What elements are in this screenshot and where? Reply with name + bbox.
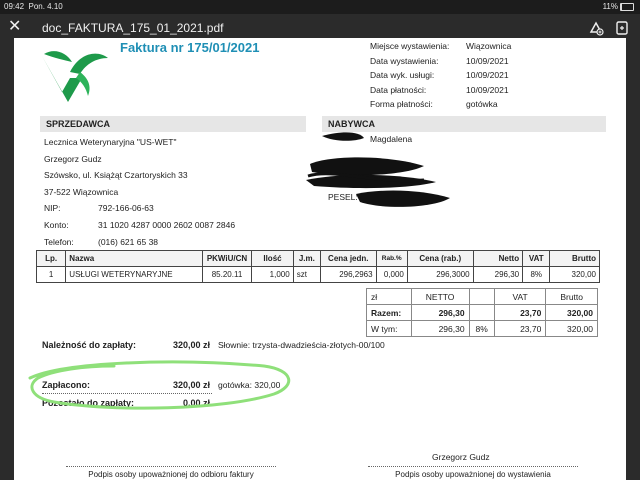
- close-icon[interactable]: ✕: [8, 18, 21, 36]
- meta-value: 10/09/2021: [466, 70, 509, 80]
- signature-line-left: [66, 466, 276, 467]
- cell: 320,00: [545, 304, 598, 321]
- col-cena-rab: Cena (rab.): [406, 250, 474, 267]
- col-ilosc: Ilość: [251, 250, 294, 267]
- col-pkwiu: PKWiU/CN: [201, 250, 253, 267]
- seller-name: Lecznica Weterynaryjna "US-WET": [44, 137, 177, 147]
- due-label: Należność do zapłaty:: [42, 340, 137, 350]
- document-title: doc_FAKTURA_175_01_2021.pdf: [42, 21, 224, 35]
- battery-level: 11%: [602, 2, 618, 11]
- summary-wtym-row: W tym: 296,30 8% 23,70 320,00: [366, 320, 598, 337]
- meta-label: Data wyk. usługi:: [370, 70, 435, 80]
- meta-label: Forma płatności:: [370, 99, 433, 109]
- meta-label: Data płatności:: [370, 84, 427, 95]
- col-netto: Netto: [472, 250, 524, 267]
- col-cena-jedn: Cena jedn.: [319, 250, 377, 267]
- signature-caption-left: Podpis osoby upoważnionej do odbioru fak…: [88, 470, 254, 479]
- signature-caption-right: Podpis osoby upoważnionej do wystawienia: [395, 470, 551, 479]
- document-page: Faktura nr 175/01/2021 Miejsce wystawien…: [14, 38, 626, 480]
- invoice-title: Faktura nr 175/01/2021: [120, 40, 260, 55]
- battery-icon: [620, 2, 634, 11]
- seller-street: Szówsko, ul. Książąt Czartoryskich 33: [44, 170, 188, 181]
- cell: 1,000: [251, 266, 294, 283]
- meta-value: Wiązownica: [466, 41, 512, 51]
- cell: 1: [35, 266, 67, 283]
- cell: 296,2963: [319, 266, 377, 283]
- meta-value: gotówka: [466, 99, 498, 109]
- cell: [468, 304, 495, 321]
- due-value: 320,00 zł: [172, 340, 210, 350]
- cell: VAT: [493, 288, 547, 305]
- signer-name: Grzegorz Gudz: [432, 452, 490, 462]
- redaction-scribble: [306, 132, 450, 207]
- status-bar: 09:42 Pon. 4.10 11%: [0, 0, 640, 14]
- table-row: 1 USŁUGI WETERYNARYJNE 85.20.11 1,000 sz…: [35, 266, 600, 283]
- invoice-meta: Miejsce wystawienia: Wiązownica Data wyst…: [370, 39, 511, 112]
- cell: Brutto: [545, 288, 598, 305]
- open-external-icon[interactable]: [614, 20, 630, 36]
- nip-value: 792-166-06-63: [98, 203, 154, 214]
- cell: USŁUGI WETERYNARYJNE: [65, 266, 203, 283]
- seller-city: 37-522 Wiązownica: [44, 186, 119, 197]
- cell: 320,00: [545, 320, 598, 337]
- green-highlight-circle: [28, 360, 291, 410]
- meta-value: 10/09/2021: [466, 55, 509, 66]
- konto-value: 31 1020 4287 0000 2602 0087 2846: [98, 219, 236, 230]
- tel-value: (016) 621 65 38: [98, 236, 159, 247]
- seller-person: Grzegorz Gudz: [44, 153, 102, 164]
- meta-value: 10/09/2021: [466, 84, 509, 95]
- cell: 23,70: [493, 320, 547, 337]
- items-table: Lp. Nazwa PKWiU/CN Ilość J.m. Cena jedn.…: [35, 250, 600, 283]
- cell: 0,000: [375, 266, 408, 283]
- col-nazwa: Nazwa: [65, 250, 203, 267]
- cell: NETTO: [410, 288, 470, 305]
- drive-add-icon[interactable]: [588, 20, 604, 36]
- cell: szt: [292, 266, 321, 283]
- date: Pon. 4.10: [28, 2, 63, 11]
- clinic-logo: [42, 51, 108, 102]
- col-brutto: Brutto: [549, 250, 600, 267]
- seller-block: Lecznica Weterynaryjna "US-WET" Grzegorz…: [44, 134, 235, 250]
- cell: 296,30: [472, 266, 524, 283]
- summary-table: zł NETTO VAT Brutto Razem: 296,30 23,70 …: [366, 288, 598, 337]
- col-lp: Lp.: [35, 250, 67, 267]
- cell: 8%: [468, 320, 495, 337]
- cell: 320,00: [549, 266, 600, 283]
- cell: [468, 288, 495, 305]
- col-jm: J.m.: [292, 250, 321, 267]
- items-header-row: Lp. Nazwa PKWiU/CN Ilość J.m. Cena jedn.…: [35, 250, 600, 267]
- summary-head-row: zł NETTO VAT Brutto: [366, 288, 598, 305]
- col-vat: VAT: [522, 250, 551, 267]
- cell: 23,70: [493, 304, 547, 321]
- meta-label: Data wystawienia:: [370, 55, 439, 66]
- cell: zł: [366, 288, 412, 305]
- meta-label: Miejsce wystawienia:: [370, 41, 450, 51]
- konto-label: Konto:: [44, 219, 69, 230]
- nip-label: NIP:: [44, 203, 61, 214]
- signature-line-right: [368, 466, 578, 467]
- seller-header: SPRZEDAWCA: [40, 116, 306, 132]
- cell: W tym:: [366, 320, 412, 337]
- cell: 296,30: [410, 304, 470, 321]
- cell: 296,3000: [406, 266, 474, 283]
- cell: 296,30: [410, 320, 470, 337]
- col-rab: Rab.%: [375, 250, 408, 267]
- cell: Razem:: [366, 304, 412, 321]
- summary-razem-row: Razem: 296,30 23,70 320,00: [366, 304, 598, 321]
- tel-label: Telefon:: [44, 236, 74, 247]
- cell: 8%: [522, 266, 551, 283]
- clock: 09:42: [4, 2, 25, 11]
- amount-in-words: Słownie: trzysta-dwadzieścia-złotych-00/…: [218, 340, 385, 350]
- cell: 85.20.11: [201, 266, 253, 283]
